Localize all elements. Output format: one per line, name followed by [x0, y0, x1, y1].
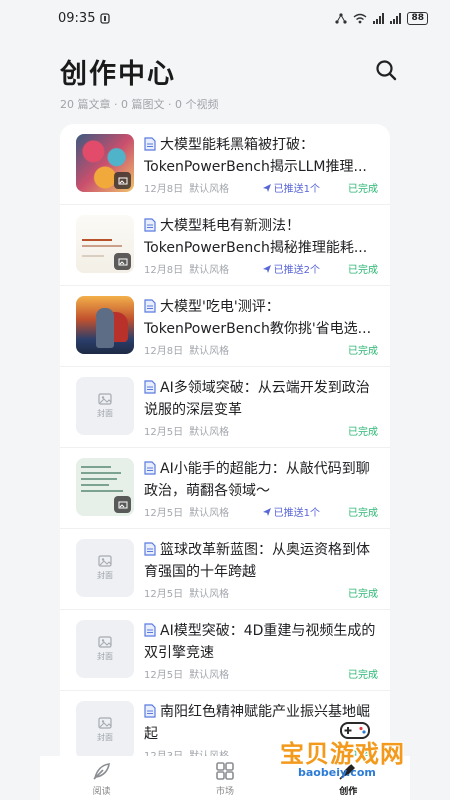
article-style: 默认风格 — [189, 670, 230, 681]
image-badge-icon — [114, 496, 131, 513]
image-placeholder-icon — [98, 555, 112, 567]
list-item[interactable]: 封面 篮球改革新蓝图：从奥运资格到体育强国的十年跨越 12月5日 默认风格 已完成 — [60, 529, 390, 610]
notification-icon — [100, 12, 111, 24]
article-date: 12月8日 — [144, 346, 184, 357]
article-date: 12月5日 — [144, 427, 184, 438]
article-title: 大模型'吃电'测评：TokenPowerBench教你挑'省电选... — [144, 299, 372, 337]
tab-read[interactable]: 阅读 — [72, 760, 132, 797]
article-cover-placeholder: 封面 — [76, 377, 134, 435]
list-item[interactable]: 大模型耗电有新测法！TokenPowerBench揭秘推理能耗... 12月8日… — [60, 205, 390, 286]
watermark-url: baobeiy.com — [298, 766, 376, 779]
list-item[interactable]: AI小能手的超能力：从敲代码到聊政治，萌翻各领域～ 12月5日 默认风格 已推送1… — [60, 448, 390, 529]
document-icon — [144, 137, 156, 151]
network-icon — [335, 12, 348, 24]
status-badge: 已完成 — [348, 670, 378, 681]
push-status: 已推送1个 — [262, 504, 320, 519]
battery-icon: 88 — [407, 11, 428, 25]
article-title: AI多领域突破：从云端开发到政治说服的深层变革 — [144, 380, 370, 418]
push-status: 已推送2个 — [262, 261, 320, 276]
article-style: 默认风格 — [189, 346, 230, 357]
status-badge: 已完成 — [348, 508, 378, 519]
article-title: AI模型突破：4D重建与视频生成的双引擎竞速 — [144, 623, 376, 661]
article-date: 12月8日 — [144, 184, 184, 195]
article-cover — [76, 215, 134, 273]
article-style: 默认风格 — [189, 589, 230, 600]
document-icon — [144, 299, 156, 313]
list-item[interactable]: 封面 AI模型突破：4D重建与视频生成的双引擎竞速 12月5日 默认风格 已完成 — [60, 610, 390, 691]
article-title: 篮球改革新蓝图：从奥运资格到体育强国的十年跨越 — [144, 542, 370, 580]
cover-label: 封面 — [97, 733, 113, 742]
status-badge: 已完成 — [348, 184, 378, 195]
page-header: 创作中心 — [60, 52, 400, 96]
search-button[interactable] — [374, 58, 400, 84]
article-style: 默认风格 — [189, 184, 230, 195]
article-date: 12月8日 — [144, 265, 184, 276]
image-placeholder-icon — [98, 393, 112, 405]
article-cover — [76, 296, 134, 354]
article-title: 大模型耗电有新测法！TokenPowerBench揭秘推理能耗... — [144, 218, 368, 256]
article-style: 默认风格 — [189, 508, 230, 519]
article-date: 12月5日 — [144, 508, 184, 519]
article-title: AI小能手的超能力：从敲代码到聊政治，萌翻各领域～ — [144, 461, 370, 499]
article-date: 12月5日 — [144, 670, 184, 681]
push-status: 已推送1个 — [262, 180, 320, 195]
search-icon — [376, 60, 397, 81]
status-badge: 已完成 — [348, 427, 378, 438]
status-badge: 已完成 — [348, 346, 378, 357]
signal-2-icon — [390, 12, 402, 24]
image-badge-icon — [114, 253, 131, 270]
list-item[interactable]: 封面 AI多领域突破：从云端开发到政治说服的深层变革 12月5日 默认风格 已完成 — [60, 367, 390, 448]
cover-label: 封面 — [97, 652, 113, 661]
article-cover-placeholder: 封面 — [76, 620, 134, 678]
article-title: 大模型能耗黑箱被打破：TokenPowerBench揭示LLM推理... — [144, 137, 367, 175]
send-icon — [262, 183, 271, 192]
send-icon — [262, 264, 271, 273]
list-item[interactable]: 大模型'吃电'测评：TokenPowerBench教你挑'省电选... 12月8… — [60, 286, 390, 367]
watermark-name: 宝贝游戏网 — [280, 740, 405, 768]
signal-1-icon — [373, 12, 385, 24]
article-cover-placeholder: 封面 — [76, 701, 134, 759]
wifi-icon — [354, 13, 367, 23]
feather-icon — [93, 762, 110, 780]
cover-label: 封面 — [97, 409, 113, 418]
image-badge-icon — [114, 172, 131, 189]
document-icon — [144, 623, 156, 637]
tab-market[interactable]: 市场 — [195, 760, 255, 797]
page-title: 创作中心 — [60, 59, 176, 90]
cover-label: 封面 — [97, 571, 113, 580]
document-icon — [144, 461, 156, 475]
document-icon — [144, 542, 156, 556]
image-placeholder-icon — [98, 717, 112, 729]
list-item[interactable]: 大模型能耗黑箱被打破：TokenPowerBench揭示LLM推理... 12月… — [60, 124, 390, 205]
status-badge: 已完成 — [348, 589, 378, 600]
document-icon — [144, 704, 156, 718]
send-icon — [262, 507, 271, 516]
site-watermark: 宝贝游戏网 baobeiy.com — [280, 718, 430, 800]
article-cover-placeholder: 封面 — [76, 539, 134, 597]
article-style: 默认风格 — [189, 265, 230, 276]
article-list: 大模型能耗黑箱被打破：TokenPowerBench揭示LLM推理... 12月… — [60, 124, 390, 774]
image-placeholder-icon — [98, 636, 112, 648]
article-cover — [76, 134, 134, 192]
status-bar: 09:35 88 — [0, 0, 450, 36]
content-summary: 20 篇文章 · 0 篇图文 · 0 个视频 — [60, 98, 219, 111]
article-cover — [76, 458, 134, 516]
article-date: 12月5日 — [144, 589, 184, 600]
status-badge: 已完成 — [348, 265, 378, 276]
grid-icon — [216, 761, 234, 780]
document-icon — [144, 218, 156, 232]
document-icon — [144, 380, 156, 394]
article-style: 默认风格 — [189, 427, 230, 438]
tab-label: 阅读 — [92, 786, 111, 797]
tab-label: 市场 — [215, 786, 234, 797]
status-time: 09:35 — [58, 10, 96, 26]
